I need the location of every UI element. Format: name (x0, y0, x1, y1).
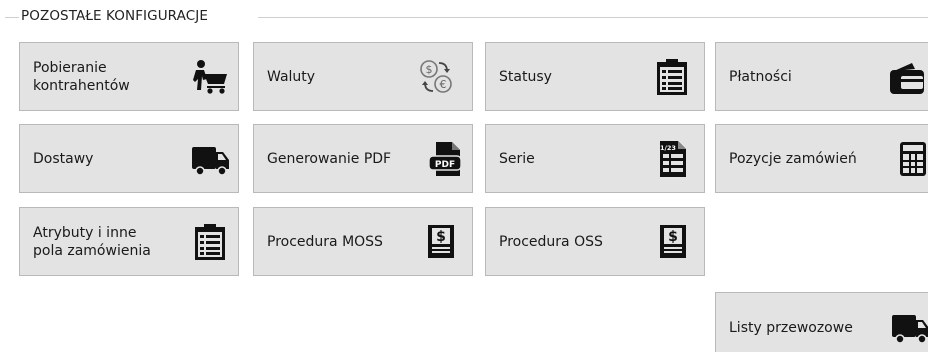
clipboard-list-icon (190, 222, 230, 262)
atrybuty-button[interactable]: Atrybuty i inne pola zamówienia (19, 207, 239, 276)
delivery-truck-icon (190, 139, 230, 179)
pdf-file-icon: PDF (426, 139, 466, 179)
section-title: POZOSTAŁE KONFIGURACJE (19, 8, 210, 24)
svg-text:$: $ (426, 63, 433, 76)
currency-exchange-icon: $ € (416, 57, 456, 97)
numbered-document-icon: 1/23 (652, 139, 692, 179)
dollar-document-icon: $ (652, 222, 692, 262)
section-divider-right (258, 17, 928, 18)
tile-label: Pozycje zamówień (729, 150, 857, 167)
svg-text:$: $ (436, 229, 446, 245)
listy-przewozowe-button[interactable]: Listy przewozowe (715, 292, 928, 352)
procedura-moss-button[interactable]: Procedura MOSS $ (253, 207, 473, 276)
customer-cart-icon (190, 57, 230, 97)
delivery-truck-icon (890, 307, 928, 347)
waluty-button[interactable]: Waluty $ € (253, 42, 473, 111)
svg-text:PDF: PDF (435, 160, 455, 170)
tile-label: Listy przewozowe (729, 320, 853, 336)
tile-label: Statusy (499, 68, 552, 85)
generowanie-pdf-button[interactable]: Generowanie PDF PDF (253, 124, 473, 193)
tile-label: Pobieranie kontrahentów (33, 59, 130, 94)
tile-label: Płatności (729, 68, 792, 85)
dostawy-button[interactable]: Dostawy (19, 124, 239, 193)
procedura-oss-button[interactable]: Procedura OSS $ (485, 207, 705, 276)
tile-label: Atrybuty i inne pola zamówienia (33, 224, 151, 259)
platnosci-button[interactable]: Płatności (715, 42, 928, 111)
wallet-card-icon (886, 57, 926, 97)
tile-label: Waluty (267, 68, 316, 85)
pobieranie-kontrahentow-button[interactable]: Pobieranie kontrahentów (19, 42, 239, 111)
tile-label: Serie (499, 150, 535, 167)
clipboard-list-icon (652, 57, 692, 97)
tile-label: Dostawy (33, 150, 94, 167)
tile-label: Procedura OSS (499, 233, 603, 250)
tile-label: Procedura MOSS (267, 233, 383, 250)
dollar-document-icon: $ (420, 222, 460, 262)
statusy-button[interactable]: Statusy (485, 42, 705, 111)
tile-label: Generowanie PDF (267, 150, 392, 167)
pozycje-zamowien-button[interactable]: Pozycje zamówień (715, 124, 928, 193)
calculator-icon (892, 139, 928, 179)
svg-text:$: $ (668, 229, 678, 245)
section-divider-left (5, 17, 19, 18)
svg-text:€: € (440, 78, 447, 91)
serie-button[interactable]: Serie 1/23 (485, 124, 705, 193)
svg-text:1/23: 1/23 (660, 144, 676, 152)
